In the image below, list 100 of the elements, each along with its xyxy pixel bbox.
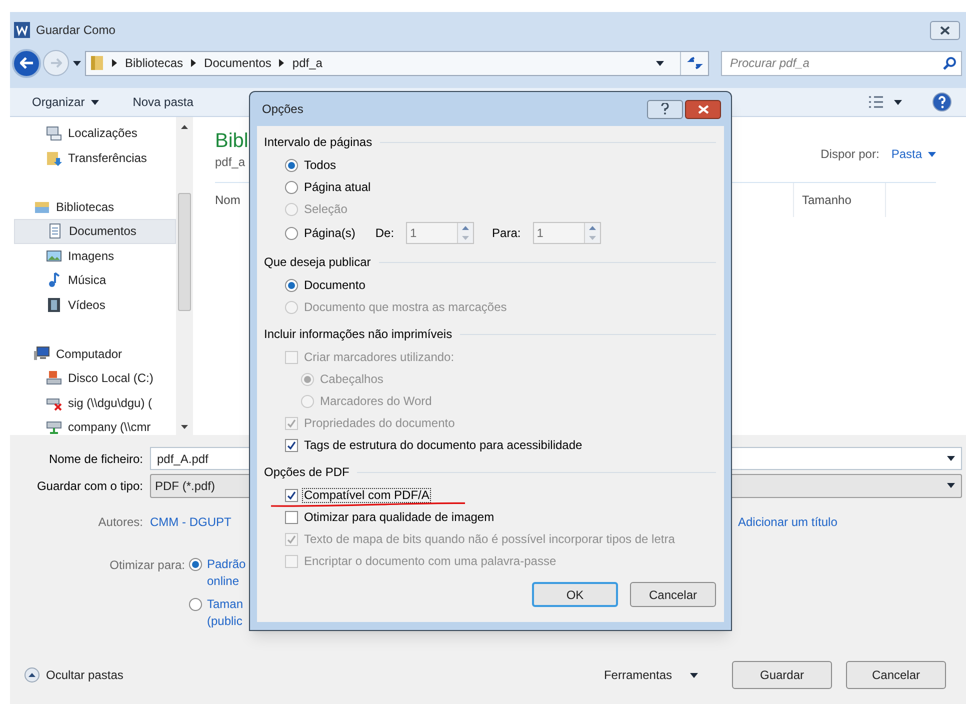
option-label: Encriptar o documento com uma palavra-passe [303, 554, 558, 568]
radio-button[interactable] [285, 158, 298, 172]
radio-button[interactable] [189, 558, 202, 571]
dialog-title: Opções [262, 101, 304, 118]
view-options-button[interactable] [868, 96, 902, 108]
nav-item[interactable]: Música [14, 268, 176, 292]
section-heading: Incluir informações não imprimíveis [264, 326, 452, 343]
library-title: Bibl [215, 129, 248, 153]
scroll-up-icon[interactable] [181, 125, 188, 129]
nav-item[interactable]: company (\\cmr [14, 415, 176, 435]
arrange-label: Dispor por: [820, 146, 880, 163]
scroll-down-icon[interactable] [181, 425, 188, 429]
folder-download-icon [46, 150, 62, 166]
search-icon [943, 56, 957, 70]
forward-arrow-icon [50, 58, 62, 68]
caret-icon [947, 483, 955, 488]
checkbox[interactable] [285, 510, 298, 524]
nav-item[interactable]: Localizações [14, 121, 176, 146]
back-button[interactable] [12, 48, 41, 78]
section-heading: Opções de PDF [264, 464, 350, 481]
nav-item[interactable]: Bibliotecas [14, 195, 176, 219]
arrange-dropdown[interactable]: Pasta [891, 145, 936, 163]
option-label: (public [207, 613, 244, 630]
nav-item[interactable]: sig (\\dgu\dgu) ( [14, 390, 176, 415]
option-label: Padrão [207, 556, 246, 573]
close-icon [698, 104, 708, 114]
film-icon [46, 296, 62, 313]
list-view-icon [868, 96, 884, 108]
hard-drive-icon [46, 370, 62, 386]
option-label: Taman [207, 596, 244, 613]
option-label: Documento [303, 278, 366, 292]
caret-icon [690, 672, 698, 678]
option-label: Cabeçalhos [319, 372, 384, 386]
new-folder-button[interactable]: Nova pasta [132, 93, 194, 111]
radio-button[interactable] [285, 226, 298, 240]
nav-item[interactable]: Documentos [14, 219, 176, 244]
option-label: Criar marcadores utilizando: [303, 350, 456, 364]
hide-folders-button[interactable]: Ocultar pastas [24, 666, 124, 684]
library-subtitle: pdf_a [215, 154, 246, 171]
option-label: Página atual [303, 180, 372, 194]
spin-field[interactable]: 1 [532, 222, 601, 244]
scrollbar[interactable] [176, 117, 193, 435]
option-label: Seleção [303, 202, 348, 216]
authors-link[interactable]: CMM - DGUPT [150, 515, 232, 529]
caret-icon [90, 100, 99, 104]
help-button[interactable] [647, 100, 683, 118]
nav-item[interactable]: Vídeos [14, 292, 176, 317]
radio-button[interactable] [285, 278, 298, 292]
checkbox[interactable] [285, 488, 298, 502]
computer-icon [34, 346, 50, 362]
spin-field[interactable]: 1 [406, 222, 474, 244]
tools-menu[interactable]: Ferramentas [604, 666, 698, 684]
nav-item[interactable]: Computador [14, 342, 176, 366]
app-icon [14, 22, 30, 38]
dialog-button[interactable]: Cancelar [846, 661, 946, 689]
option-label: Texto de mapa de bits quando não é possível incorporar tipos de letra [303, 532, 676, 546]
option-label: Documento que mostra as marcações [303, 300, 508, 314]
spin-label: Para: [492, 225, 521, 242]
close-button[interactable] [685, 100, 721, 118]
option-label: Página(s) [303, 226, 356, 240]
column-header[interactable]: Tamanho [793, 183, 886, 217]
breadcrumb[interactable]: Documentos [204, 54, 272, 72]
refresh-arrows-icon [686, 56, 702, 70]
breadcrumb[interactable]: Bibliotecas [125, 54, 184, 72]
add-title-link[interactable]: Adicionar um título [738, 513, 838, 531]
breadcrumb[interactable]: pdf_a [292, 54, 322, 72]
dialog-button[interactable]: Cancelar [630, 582, 716, 607]
radio-button[interactable] [189, 598, 202, 611]
network-drive-icon [46, 419, 62, 435]
folder-icon [90, 55, 104, 71]
back-arrow-icon [20, 57, 34, 69]
help-icon[interactable] [932, 92, 952, 112]
spin-label: De: [375, 225, 394, 242]
option-label: Marcadores do Word [319, 394, 433, 408]
checkbox[interactable] [285, 438, 298, 452]
section-heading: Que deseja publicar [264, 254, 371, 271]
radio-button[interactable] [285, 180, 298, 194]
music-note-icon [46, 272, 62, 288]
search-field[interactable]: Procurar pdf_a [721, 50, 962, 76]
organize-menu[interactable]: Organizar [32, 93, 99, 111]
close-icon [940, 26, 950, 34]
close-button[interactable] [930, 20, 960, 40]
monitor-icon [46, 125, 62, 142]
nav-item[interactable]: Disco Local (C:) [14, 366, 176, 390]
nav-item[interactable]: Imagens [14, 244, 176, 268]
spin-buttons[interactable] [584, 223, 600, 243]
nav-item[interactable]: Transferências [14, 146, 176, 170]
dialog-button[interactable]: OK [532, 582, 618, 607]
dialog-button[interactable]: Guardar [732, 661, 832, 689]
spin-buttons[interactable] [457, 223, 474, 243]
address-bar[interactable]: Bibliotecas Documentos pdf_a [85, 50, 709, 76]
option-label: Tags de estrutura do documento para acessibilidade [303, 438, 584, 452]
section-heading: Intervalo de páginas [264, 134, 372, 151]
chevron-icon [279, 59, 284, 67]
chevron-icon [112, 59, 117, 67]
option-label: Propriedades do documento [303, 416, 456, 430]
field-label: Autores: [97, 514, 144, 531]
chevron-up-icon [24, 667, 40, 683]
field-label: Guardar com o tipo: [36, 478, 144, 494]
chevron-icon [191, 59, 196, 67]
